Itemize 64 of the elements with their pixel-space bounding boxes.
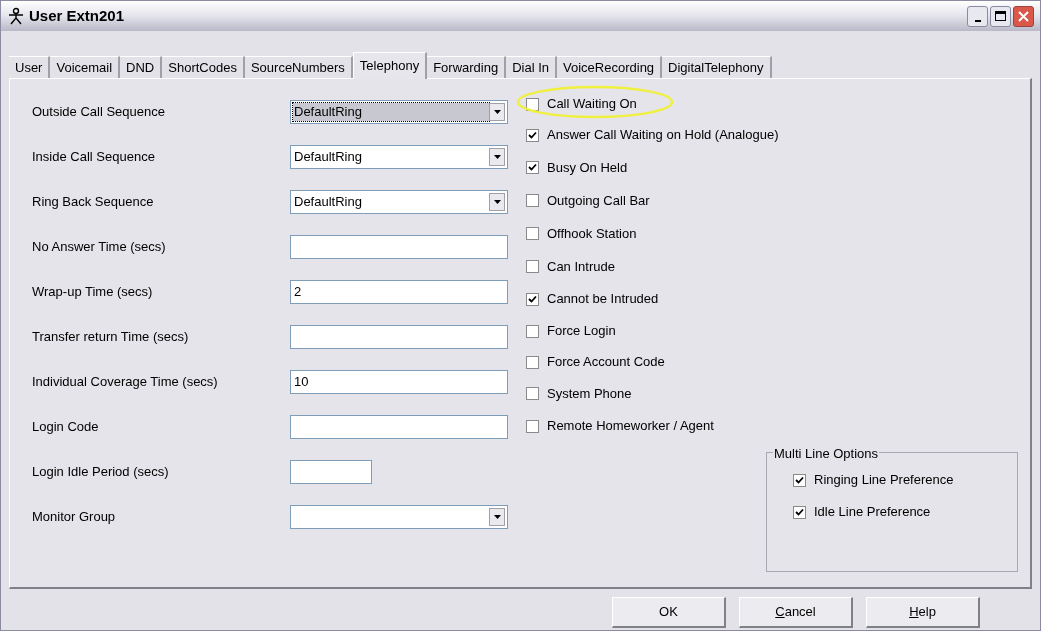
checkbox[interactable]: [526, 292, 539, 306]
tab[interactable]: Forwarding: [427, 56, 507, 78]
close-button[interactable]: [1013, 5, 1034, 27]
field-label: No Answer Time (secs): [32, 237, 167, 256]
input-field[interactable]: 10: [290, 369, 508, 394]
checkbox[interactable]: [526, 387, 539, 400]
checkbox-label: Force Login: [547, 322, 616, 341]
field-label: Login Idle Period (secs): [32, 462, 170, 481]
checkbox-label: Cannot be Intruded: [547, 290, 659, 309]
tab[interactable]: ShortCodes: [162, 56, 245, 78]
checkbox[interactable]: [526, 97, 539, 111]
checkbox[interactable]: [526, 227, 539, 240]
tab[interactable]: SourceNumbers: [244, 56, 353, 78]
tab[interactable]: User: [9, 56, 51, 78]
input-field[interactable]: [290, 234, 508, 259]
minimize-button[interactable]: [967, 5, 988, 27]
dropdown[interactable]: DefaultRing: [290, 144, 508, 169]
checkbox[interactable]: [793, 473, 806, 487]
maximize-button[interactable]: [990, 5, 1011, 27]
field-label: Login Code: [32, 417, 100, 436]
field-label: Ring Back Sequence: [32, 192, 155, 211]
field-label: Monitor Group: [32, 507, 117, 526]
checkbox[interactable]: [526, 194, 539, 207]
tab[interactable]: DND: [120, 56, 163, 78]
field-label: Wrap-up Time (secs): [32, 282, 154, 301]
checkbox-label: Force Account Code: [547, 353, 665, 372]
checkbox[interactable]: [526, 355, 539, 369]
field-label: Transfer return Time (secs): [32, 327, 190, 346]
checkbox[interactable]: [526, 324, 539, 338]
input-field[interactable]: 2: [290, 279, 508, 304]
dropdown[interactable]: DefaultRing: [290, 189, 508, 214]
checkbox-label: Ringing Line Preference: [814, 471, 954, 490]
field-label: Inside Call Sequence: [32, 147, 156, 166]
tab[interactable]: Telephony: [352, 52, 428, 79]
dialog-button[interactable]: OK: [612, 597, 726, 628]
checkbox-label: Can Intrude: [547, 257, 615, 276]
checkbox[interactable]: [526, 161, 539, 174]
close-icon: [1018, 10, 1029, 22]
field-label: Individual Coverage Time (secs): [32, 372, 219, 391]
dialog-button[interactable]: Help: [866, 597, 980, 628]
input-field[interactable]: [290, 459, 372, 484]
tab[interactable]: DigitalTelephony: [662, 56, 772, 78]
dropdown[interactable]: DefaultRing: [290, 99, 508, 124]
tab[interactable]: Voicemail: [50, 56, 121, 78]
checkbox-label: Idle Line Preference: [814, 503, 931, 522]
tab[interactable]: Dial In: [506, 56, 558, 78]
checkbox-label: Remote Homeworker / Agent: [547, 417, 714, 436]
checkbox-label: System Phone: [547, 384, 632, 403]
checkbox-label: Answer Call Waiting on Hold (Analogue): [547, 126, 779, 145]
checkbox[interactable]: [526, 128, 539, 142]
field-label: Outside Call Sequence: [32, 102, 166, 121]
checkbox-label: Offhook Station: [547, 224, 637, 243]
checkbox-label: Outgoing Call Bar: [547, 191, 650, 210]
checkbox[interactable]: [526, 419, 539, 433]
checkbox[interactable]: [793, 505, 806, 519]
person-icon: [7, 7, 25, 25]
checkbox-label: Call Waiting On: [547, 94, 637, 114]
checkbox-label: Busy On Held: [547, 158, 628, 177]
input-field[interactable]: [290, 324, 508, 349]
window-title: User Extn201: [29, 5, 126, 26]
dialog-button[interactable]: Cancel: [739, 597, 853, 628]
input-field[interactable]: [290, 414, 508, 439]
checkbox[interactable]: [526, 260, 539, 273]
tab[interactable]: VoiceRecording: [557, 56, 663, 78]
